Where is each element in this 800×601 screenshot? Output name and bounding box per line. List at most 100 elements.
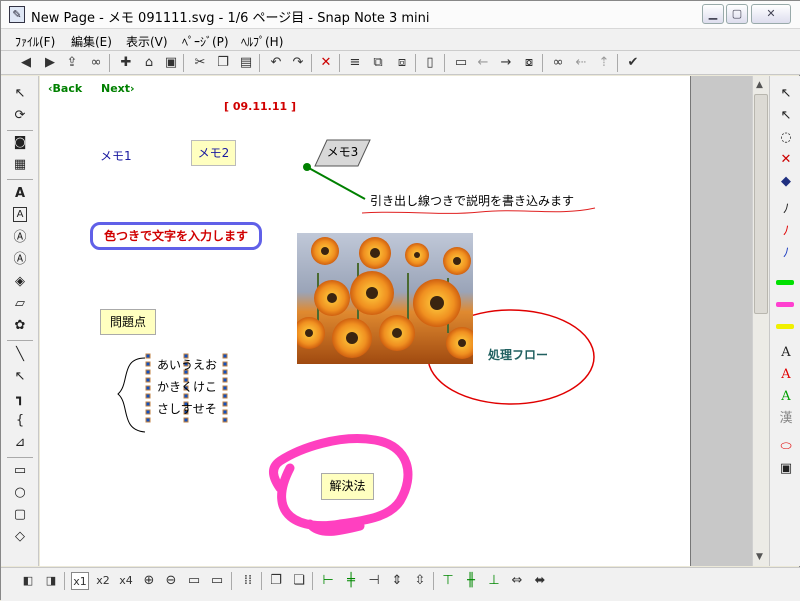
circle-icon[interactable]: ○ <box>10 484 30 502</box>
paw-icon[interactable]: ✿ <box>10 317 30 335</box>
delete-icon[interactable]: ✕ <box>317 54 335 72</box>
rotate-icon[interactable]: ⟳ <box>10 107 30 125</box>
align-top-icon[interactable]: ⊤ <box>439 572 457 590</box>
page-icon[interactable]: ▯ <box>421 54 439 72</box>
align-bottom-icon[interactable]: ⊥ <box>485 572 503 590</box>
copy-icon[interactable]: ❐ <box>214 54 232 72</box>
menu-file[interactable]: ﾌｧｲﾙ(F) <box>15 33 55 50</box>
brace-icon[interactable]: { <box>10 412 30 430</box>
undo-icon[interactable]: ↶ <box>267 54 285 72</box>
pen-blue-icon[interactable]: ﾉ <box>776 245 796 263</box>
zoom-x1-button[interactable]: x1 <box>71 572 89 590</box>
align-center-icon[interactable]: ╪ <box>342 572 360 590</box>
text-circle-icon[interactable]: Ⓐ <box>10 229 30 247</box>
fit-page-icon[interactable]: ▭ <box>208 572 226 590</box>
align-middle-icon[interactable]: ╫ <box>462 572 480 590</box>
maximize-button[interactable]: ▢ <box>726 4 748 24</box>
distribute-h-icon[interactable]: ⇔ <box>508 572 526 590</box>
font-green-icon[interactable]: A <box>776 388 796 406</box>
grid-icon[interactable]: ⁞⁞ <box>239 572 257 590</box>
prev-page-icon[interactable]: ← <box>474 54 492 72</box>
check-icon[interactable]: ✔ <box>624 54 642 72</box>
align-right-icon[interactable]: ⊣ <box>365 572 383 590</box>
redo-icon[interactable]: ↷ <box>289 54 307 72</box>
link-back-icon[interactable]: ⇠ <box>572 54 590 72</box>
zoom-out-icon[interactable]: ⊖ <box>162 572 180 590</box>
close-button[interactable]: ✕ <box>751 4 791 24</box>
zoom-in-icon[interactable]: ⊕ <box>140 572 158 590</box>
minimize-button[interactable]: ▁ <box>702 4 724 24</box>
pen-black-icon[interactable]: ﾉ <box>776 201 796 219</box>
stamp-icon[interactable]: ◙ <box>10 134 30 152</box>
menu-view[interactable]: 表示(V) <box>126 33 168 50</box>
select-arrow-icon[interactable]: ↖ <box>10 85 30 103</box>
drawing-canvas[interactable]: ‹Back Next› [ 09.11.11 ] メモ1 メモ2 メモ3 引き出… <box>40 76 691 566</box>
link-icon[interactable]: ∞ <box>87 54 105 72</box>
save-icon[interactable]: ▣ <box>162 54 180 72</box>
insert-image-icon[interactable]: ▦ <box>10 156 30 174</box>
pen-red-icon[interactable]: ﾉ <box>776 223 796 241</box>
flow-label[interactable]: 処理フロー <box>488 346 548 363</box>
flower-photo[interactable] <box>297 233 473 364</box>
fit-width-icon[interactable]: ▭ <box>185 572 203 590</box>
distribute-h2-icon[interactable]: ⬌ <box>531 572 549 590</box>
text-diamond-icon[interactable]: ◈ <box>10 273 30 291</box>
new-file-icon[interactable]: ✚ <box>117 54 135 72</box>
menu-edit[interactable]: 編集(E) <box>71 33 112 50</box>
scroll-down-icon[interactable]: ▼ <box>756 552 763 562</box>
vertical-scrollbar[interactable]: ▲ ▼ <box>752 76 769 566</box>
group-icon[interactable]: ⧉ <box>369 54 387 72</box>
rectangle-icon[interactable]: ▭ <box>10 462 30 480</box>
pointer-icon[interactable]: ↖ <box>776 85 796 103</box>
scroll-up-icon[interactable]: ▲ <box>756 80 763 90</box>
font-red-icon[interactable]: A <box>776 366 796 384</box>
erase-icon[interactable]: ✕ <box>776 151 796 169</box>
lasso-icon[interactable]: ◌ <box>776 129 796 147</box>
next-page-icon[interactable]: → <box>497 54 515 72</box>
back-icon[interactable]: ◀ <box>17 54 35 72</box>
kana-text-block[interactable]: あいうえお かきくけこ さしすせそ <box>157 354 217 420</box>
align-left-icon[interactable]: ⊢ <box>319 572 337 590</box>
note-icon[interactable]: ▣ <box>776 460 796 478</box>
scrollbar-thumb[interactable] <box>754 94 768 314</box>
text-icon[interactable]: A <box>10 185 30 203</box>
callout-line-icon[interactable]: ⊿ <box>10 434 30 452</box>
memo3-text[interactable]: メモ3 <box>315 140 370 164</box>
pointer-plus-icon[interactable]: ↖ <box>776 107 796 125</box>
marker-yellow-icon[interactable] <box>776 324 794 329</box>
eraser-icon[interactable]: ◆ <box>776 173 796 191</box>
menu-page[interactable]: ﾍﾟｰｼﾞ(P) <box>182 33 229 50</box>
text-parallelogram-icon[interactable]: ▱ <box>10 295 30 313</box>
zoom-x2-button[interactable]: x2 <box>94 572 112 590</box>
export-icon[interactable]: ⇪ <box>63 54 81 72</box>
paste-icon[interactable]: ▤ <box>237 54 255 72</box>
callout-text[interactable]: 引き出し線つきで説明を書き込みます <box>370 192 574 209</box>
line-icon[interactable]: ╲ <box>10 346 30 364</box>
panel-left-icon[interactable]: ◧ <box>19 572 37 590</box>
link-up-icon[interactable]: ⇡ <box>595 54 613 72</box>
page-list-icon[interactable]: ⧇ <box>520 54 538 72</box>
panel-right-icon[interactable]: ◨ <box>42 572 60 590</box>
menu-help[interactable]: ﾍﾙﾌﾟ(H) <box>241 33 283 50</box>
send-back-icon[interactable]: ❏ <box>290 572 308 590</box>
problem-box[interactable]: 問題点 <box>100 309 156 335</box>
solution-box[interactable]: 解決法 <box>321 473 374 500</box>
red-ellipse-icon[interactable]: ⬭ <box>776 438 796 456</box>
marker-magenta-icon[interactable] <box>776 302 794 307</box>
font-black-icon[interactable]: A <box>776 344 796 362</box>
zoom-x4-button[interactable]: x4 <box>117 572 135 590</box>
distribute-v2-icon[interactable]: ⇳ <box>411 572 429 590</box>
distribute-v-icon[interactable]: ⇕ <box>388 572 406 590</box>
text-box-icon[interactable]: A <box>13 207 27 222</box>
forward-icon[interactable]: ▶ <box>41 54 59 72</box>
colored-text-box[interactable]: 色つきで文字を入力します <box>90 222 262 250</box>
open-folder-icon[interactable]: ⌂ <box>140 54 158 72</box>
diamond-icon[interactable]: ◇ <box>10 528 30 546</box>
text-oval-icon[interactable]: Ⓐ <box>10 251 30 269</box>
bring-front-icon[interactable]: ❐ <box>267 572 285 590</box>
hyperlink-icon[interactable]: ∞ <box>549 54 567 72</box>
new-page-icon[interactable]: ▭ <box>452 54 470 72</box>
arrange-icon[interactable]: ≡ <box>346 54 364 72</box>
ungroup-icon[interactable]: ⧈ <box>393 54 411 72</box>
arrow-line-icon[interactable]: ↖ <box>10 368 30 386</box>
